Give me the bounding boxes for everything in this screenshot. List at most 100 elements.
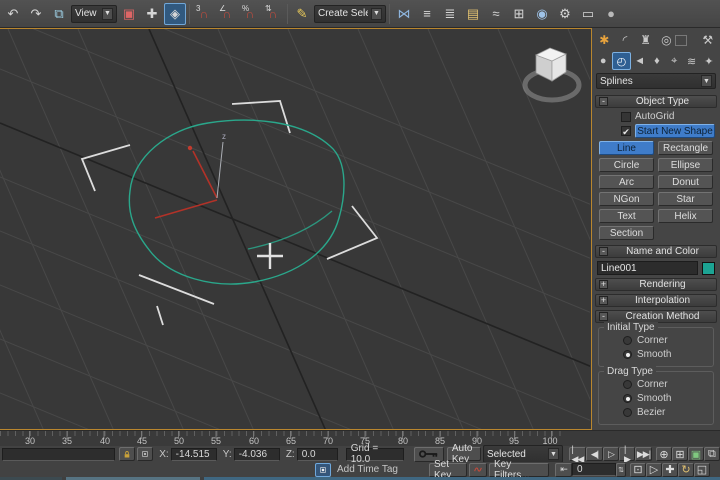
tab-hierarchy[interactable]: ♜ bbox=[636, 30, 655, 50]
zoom-extents-all-icon[interactable]: ⧉ bbox=[704, 447, 720, 461]
new-key-curve-icon[interactable] bbox=[469, 463, 487, 477]
subtab-cameras[interactable]: ♦ bbox=[649, 52, 665, 70]
schematic-view-icon[interactable]: ⊞ bbox=[508, 3, 530, 25]
initial-type-smooth-radio[interactable] bbox=[623, 350, 632, 359]
window-crossing-toggle-icon[interactable] bbox=[315, 463, 331, 477]
tab-utilities[interactable]: ⚒ bbox=[698, 30, 717, 50]
prompt-line-field bbox=[2, 448, 115, 461]
z-coordinate-field[interactable]: 0.0 bbox=[297, 448, 338, 461]
drag-type-smooth-radio[interactable] bbox=[623, 394, 632, 403]
subtab-systems[interactable]: ✦ bbox=[701, 52, 717, 70]
rendered-frame-window-icon[interactable]: ▭ bbox=[577, 3, 599, 25]
layer-manager-icon[interactable]: ≣ bbox=[439, 3, 461, 25]
collapse-icon[interactable]: - bbox=[599, 247, 608, 256]
drag-type-bezier-radio[interactable] bbox=[623, 408, 632, 417]
percent-snap-icon[interactable]: %∩ bbox=[239, 3, 261, 25]
select-and-move-icon[interactable]: ✚ bbox=[141, 3, 163, 25]
redo-icon[interactable]: ↷ bbox=[25, 3, 47, 25]
add-time-tag-field[interactable]: Add Time Tag bbox=[337, 464, 407, 475]
key-filters-button[interactable]: Key Filters... bbox=[489, 463, 549, 477]
absolute-offset-mode-icon[interactable] bbox=[137, 447, 153, 461]
undo-icon[interactable]: ↶ bbox=[2, 3, 24, 25]
subtab-space-warps[interactable]: ≋ bbox=[683, 52, 699, 70]
rollout-interpolation[interactable]: + Interpolation bbox=[595, 294, 717, 307]
start-new-shape-checkbox[interactable]: ✔ bbox=[621, 126, 631, 136]
drag-type-corner-radio[interactable] bbox=[623, 380, 632, 389]
subtab-lights[interactable]: ◄ bbox=[632, 52, 648, 70]
material-editor-icon[interactable]: ◉ bbox=[531, 3, 553, 25]
create-subcategories: ● ◴ ◄ ♦ ⌖ ≋ ✦ bbox=[595, 52, 717, 70]
zoom-icon[interactable]: ⊕ bbox=[656, 447, 672, 461]
x-coordinate-field[interactable]: -14.515 bbox=[171, 448, 217, 461]
use-pivot-center-icon[interactable]: ▣ bbox=[118, 3, 140, 25]
text-button[interactable]: Text bbox=[599, 209, 654, 223]
star-button[interactable]: Star bbox=[658, 192, 713, 206]
next-frame-button[interactable]: |▶ bbox=[619, 447, 635, 461]
zoom-extents-icon[interactable]: ▣ bbox=[688, 447, 704, 461]
mirror-icon[interactable]: ⋈ bbox=[393, 3, 415, 25]
align-icon[interactable]: ≡ bbox=[416, 3, 438, 25]
perspective-viewport[interactable]: z bbox=[0, 28, 592, 430]
spinner-snap-icon[interactable]: ⇅∩ bbox=[262, 3, 284, 25]
ellipse-button[interactable]: Ellipse bbox=[658, 158, 713, 172]
region-zoom-icon[interactable]: ▷ bbox=[646, 463, 662, 477]
frame-spinner[interactable]: ⇅ bbox=[616, 463, 626, 477]
rollout-object-type[interactable]: - Object Type bbox=[595, 95, 717, 108]
selection-lock-icon[interactable] bbox=[119, 447, 135, 461]
expand-icon[interactable]: + bbox=[599, 296, 608, 305]
y-coordinate-field[interactable]: -4.036 bbox=[234, 448, 280, 461]
autogrid-checkbox[interactable] bbox=[621, 112, 631, 122]
angle-snap-icon[interactable]: ∠∩ bbox=[216, 3, 238, 25]
line-button[interactable]: Line bbox=[599, 141, 654, 155]
pan-view-icon[interactable]: ✚ bbox=[662, 463, 678, 477]
subtab-geometry[interactable]: ● bbox=[595, 52, 611, 70]
initial-type-corner-radio[interactable] bbox=[623, 336, 632, 345]
go-to-end-button[interactable]: ▶▶| bbox=[635, 447, 652, 461]
edit-named-selection-sets-icon[interactable]: ✎ bbox=[291, 3, 313, 25]
rollout-rendering[interactable]: + Rendering bbox=[595, 278, 717, 291]
tab-display[interactable]: ⃞ bbox=[678, 30, 697, 50]
select-and-link-icon[interactable]: ⧉ bbox=[48, 3, 70, 25]
object-name-input[interactable]: Line001 bbox=[597, 261, 698, 275]
current-frame-field[interactable]: 0 bbox=[572, 463, 616, 476]
collapse-icon[interactable]: - bbox=[599, 312, 608, 321]
curve-editor-icon[interactable]: ≈ bbox=[485, 3, 507, 25]
reference-coordinate-dropdown[interactable]: View ▼ bbox=[71, 5, 117, 23]
go-to-start-button[interactable]: |◀◀ bbox=[569, 447, 586, 461]
viewcube[interactable] bbox=[525, 48, 579, 100]
collapse-icon[interactable]: - bbox=[599, 97, 608, 106]
play-button[interactable]: ▷ bbox=[603, 447, 619, 461]
previous-frame-button[interactable]: ◀| bbox=[586, 447, 603, 461]
tab-motion[interactable]: ◎ bbox=[657, 30, 676, 50]
graphite-ribbon-icon[interactable]: ▤ bbox=[462, 3, 484, 25]
tab-create[interactable]: ✱ bbox=[595, 30, 614, 50]
select-and-manipulate-icon[interactable]: ◈ bbox=[164, 3, 186, 25]
spline-line001[interactable] bbox=[129, 120, 344, 284]
ngon-button[interactable]: NGon bbox=[599, 192, 654, 206]
rollout-name-and-color[interactable]: - Name and Color bbox=[595, 245, 717, 258]
expand-icon[interactable]: + bbox=[599, 280, 608, 289]
subtab-shapes[interactable]: ◴ bbox=[612, 52, 630, 70]
orbit-icon[interactable]: ↻ bbox=[678, 463, 694, 477]
circle-button[interactable]: Circle bbox=[599, 158, 654, 172]
rectangle-button[interactable]: Rectangle bbox=[658, 141, 713, 155]
section-button[interactable]: Section bbox=[599, 226, 654, 240]
maximize-viewport-icon[interactable]: ◱ bbox=[694, 463, 710, 477]
start-new-shape-button[interactable]: Start New Shape bbox=[635, 124, 715, 138]
subtab-helpers[interactable]: ⌖ bbox=[666, 52, 682, 70]
zoom-all-icon[interactable]: ⊞ bbox=[672, 447, 688, 461]
named-selection-set-dropdown[interactable]: Create Selection Se ▼ bbox=[314, 5, 386, 23]
arc-button[interactable]: Arc bbox=[599, 175, 654, 189]
shape-category-dropdown[interactable]: Splines ▼ bbox=[596, 73, 716, 89]
donut-button[interactable]: Donut bbox=[658, 175, 713, 189]
helix-button[interactable]: Helix bbox=[658, 209, 713, 223]
key-mode-toggle-icon[interactable]: ⇤ bbox=[555, 463, 572, 477]
render-setup-icon[interactable]: ⚙ bbox=[554, 3, 576, 25]
snaps-toggle-3d-icon[interactable]: 3∩ bbox=[193, 3, 215, 25]
viewport-canvas[interactable]: z bbox=[0, 29, 590, 429]
tab-modify[interactable]: ◜ bbox=[616, 30, 635, 50]
object-color-swatch[interactable] bbox=[702, 262, 715, 275]
render-production-icon[interactable]: ● bbox=[600, 3, 622, 25]
set-key-button[interactable]: Set Key bbox=[429, 463, 467, 477]
time-configuration-icon[interactable]: ⊡ bbox=[630, 463, 646, 477]
